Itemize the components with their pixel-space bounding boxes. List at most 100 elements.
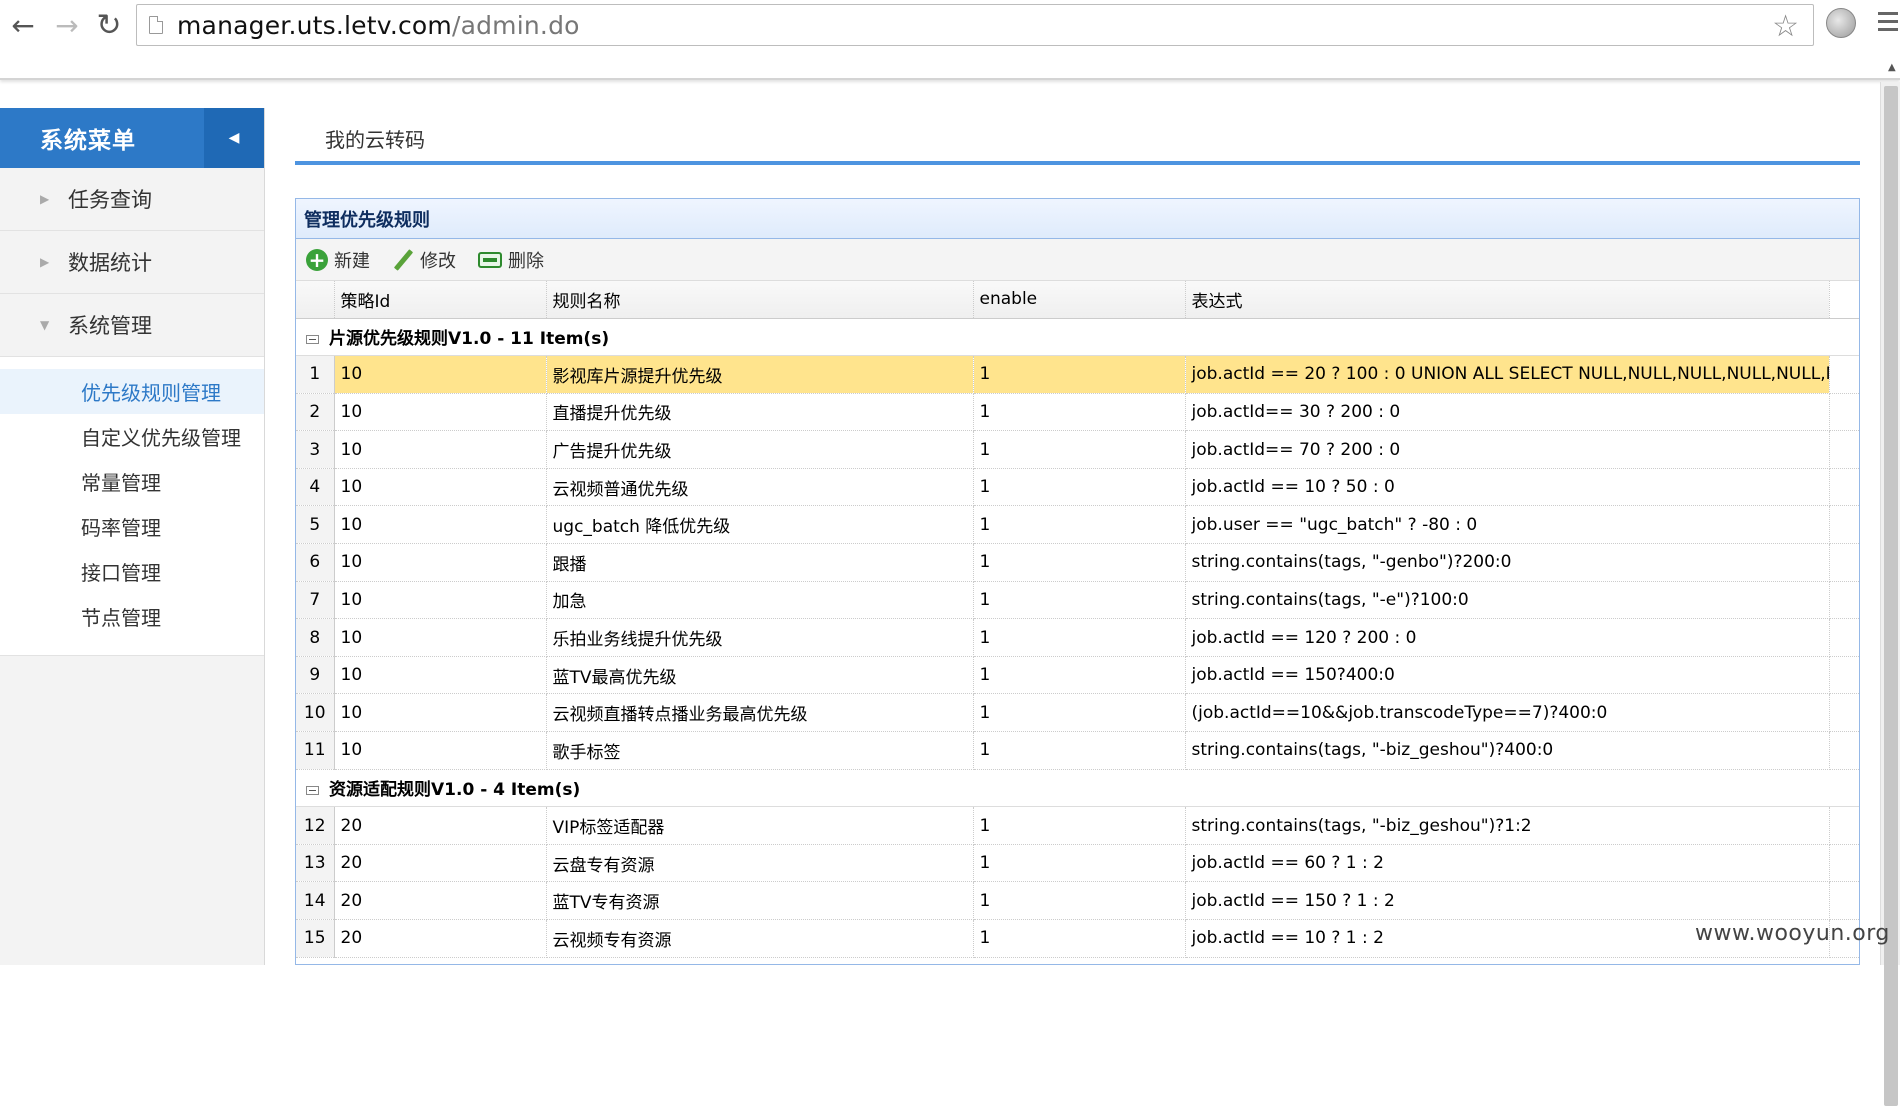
table-row[interactable]: 12 20 VIP标签适配器 1 string.contains(tags, "-biz… — [296, 806, 1859, 845]
cell-enable: 1 — [973, 881, 1186, 920]
watermark: www.wooyun.org — [1695, 921, 1890, 946]
row-number-cell: 5 — [296, 505, 335, 545]
group-row[interactable]: 资源适配规则V1.0 - 4 Item(s) — [296, 769, 1859, 808]
cell-enable: 1 — [973, 731, 1186, 770]
cell-name: 乐拍业务线提升优先级 — [546, 618, 974, 657]
table-header-row: 策略Id 规则名称 enable 表达式 — [296, 281, 1859, 319]
submenu-item-custom-priority[interactable]: 自定义优先级管理 — [0, 414, 264, 459]
row-filler — [1829, 844, 1859, 883]
sidebar-item-label: 数据统计 — [68, 251, 152, 275]
priority-rules-panel: 管理优先级规则 + 新建 修改 删除 策略Id 规则名称 enable 表达式 … — [295, 198, 1860, 965]
url-path: /admin.do — [451, 10, 580, 40]
cell-name: 加急 — [546, 581, 974, 620]
table-row[interactable]: 7 10 加急 1 string.contains(tags, "-e")?100:0 — [296, 581, 1859, 620]
column-header-name[interactable]: 规则名称 — [546, 281, 974, 319]
globe-icon[interactable] — [1826, 8, 1856, 38]
table-row[interactable]: 8 10 乐拍业务线提升优先级 1 job.actId == 120 ? 200 : 0 — [296, 618, 1859, 657]
delete-label: 删除 — [508, 250, 544, 272]
cell-enable: 1 — [973, 393, 1186, 432]
scrollbar-thumb[interactable] — [1884, 86, 1898, 1106]
cell-id: 10 — [334, 581, 547, 620]
cell-enable: 1 — [973, 468, 1186, 507]
row-filler — [1829, 881, 1859, 920]
caret-right-icon: ▶ — [40, 192, 50, 206]
remove-icon — [478, 251, 502, 268]
scroll-up-arrow-icon[interactable]: ▲ — [1888, 62, 1896, 73]
caret-right-icon: ▶ — [40, 255, 50, 269]
cell-enable: 1 — [973, 806, 1186, 845]
row-filler — [1829, 393, 1859, 432]
group-cell[interactable]: 片源优先级规则V1.0 - 11 Item(s) — [296, 318, 1859, 357]
row-number-cell: 6 — [296, 543, 335, 582]
back-arrow-icon[interactable]: ← — [6, 8, 40, 42]
cell-expression: job.actId == 20 ? 100 : 0 UNION ALL SELE… — [1185, 355, 1830, 394]
sidebar-item-statistics[interactable]: ▶ 数据统计 — [0, 231, 264, 294]
add-label: 新建 — [334, 250, 370, 272]
cell-enable: 1 — [973, 430, 1186, 469]
column-header-enable[interactable]: enable — [973, 281, 1186, 319]
row-filler — [1829, 618, 1859, 657]
browser-menu-icon[interactable] — [1878, 12, 1898, 34]
add-icon: + — [306, 248, 328, 271]
sidebar-collapse-button[interactable]: ◀ — [204, 108, 264, 168]
forward-arrow-icon[interactable]: → — [50, 8, 84, 42]
column-header-expression[interactable]: 表达式 — [1185, 281, 1830, 319]
row-number-cell: 10 — [296, 693, 335, 733]
sidebar-item-label: 系统管理 — [68, 314, 152, 338]
cell-enable: 1 — [973, 618, 1186, 657]
table-row[interactable]: 10 10 云视频直播转点播业务最高优先级 1 (job.actId==10&&job.… — [296, 693, 1859, 733]
table-row[interactable]: 11 10 歌手标签 1 string.contains(tags, "-biz_ges… — [296, 731, 1859, 770]
submenu-item-interfaces[interactable]: 接口管理 — [0, 549, 264, 594]
group-title: 资源适配规则V1.0 - 4 Item(s) — [329, 780, 581, 801]
table-row[interactable]: 5 10 ugc_batch 降低优先级 1 job.user == "ugc_batc… — [296, 505, 1859, 545]
cell-id: 10 — [334, 430, 547, 469]
table-row[interactable]: 6 10 跟播 1 string.contains(tags, "-genbo")?20… — [296, 543, 1859, 582]
cell-id: 10 — [334, 468, 547, 507]
table-row[interactable]: 1 10 影视库片源提升优先级 1 job.actId == 20 ? 100 : 0 … — [296, 355, 1859, 394]
table-row[interactable]: 9 10 蓝TV最高优先级 1 job.actId == 150?400:0 — [296, 656, 1859, 695]
cell-name: 云视频专有资源 — [546, 919, 974, 958]
row-number-cell: 11 — [296, 731, 335, 770]
table-row[interactable]: 14 20 蓝TV专有资源 1 job.actId == 150 ? 1 : 2 — [296, 881, 1859, 920]
cell-name: 蓝TV最高优先级 — [546, 656, 974, 695]
bookmark-star-icon[interactable]: ☆ — [1772, 9, 1799, 44]
row-number-cell: 7 — [296, 581, 335, 620]
cell-id: 10 — [334, 355, 547, 394]
edit-button[interactable]: 修改 — [392, 247, 456, 273]
column-header-id[interactable]: 策略Id — [334, 281, 547, 319]
reload-icon[interactable]: ↻ — [92, 8, 126, 43]
cell-expression: job.actId== 70 ? 200 : 0 — [1185, 430, 1830, 469]
page-scrollbar[interactable] — [1880, 82, 1900, 1106]
tab-my-transcode[interactable]: 我的云转码 — [325, 124, 425, 153]
delete-button[interactable]: 删除 — [478, 247, 544, 273]
group-cell[interactable]: 资源适配规则V1.0 - 4 Item(s) — [296, 769, 1859, 808]
table-row[interactable]: 4 10 云视频普通优先级 1 job.actId == 10 ? 50 : 0 — [296, 468, 1859, 507]
row-filler — [1829, 731, 1859, 770]
table-row[interactable]: 13 20 云盘专有资源 1 job.actId == 60 ? 1 : 2 — [296, 844, 1859, 883]
collapse-icon[interactable] — [306, 334, 319, 344]
cell-expression: string.contains(tags, "-e")?100:0 — [1185, 581, 1830, 620]
submenu-item-constants[interactable]: 常量管理 — [0, 459, 264, 504]
panel-title: 管理优先级规则 — [296, 199, 1859, 239]
row-number-cell: 2 — [296, 393, 335, 432]
table-row[interactable]: 3 10 广告提升优先级 1 job.actId== 70 ? 200 : 0 — [296, 430, 1859, 469]
row-filler — [1829, 430, 1859, 469]
row-filler — [1829, 581, 1859, 620]
add-button[interactable]: + 新建 — [306, 247, 370, 273]
submenu-item-nodes[interactable]: 节点管理 — [0, 594, 264, 639]
group-row[interactable]: 片源优先级规则V1.0 - 11 Item(s) — [296, 318, 1859, 357]
collapse-icon[interactable] — [306, 785, 319, 795]
sidebar-item-system-management[interactable]: ▼ 系统管理 — [0, 294, 264, 357]
cell-name: 广告提升优先级 — [546, 430, 974, 469]
address-bar[interactable]: manager.uts.letv.com/admin.do ☆ — [136, 4, 1814, 46]
table-row[interactable]: 15 20 云视频专有资源 1 job.actId == 10 ? 1 : 2 — [296, 919, 1859, 958]
submenu-item-priority-rules[interactable]: 优先级规则管理 — [0, 369, 264, 414]
cell-expression: string.contains(tags, "-biz_geshou")?1:2 — [1185, 806, 1830, 845]
sidebar-item-task-query[interactable]: ▶ 任务查询 — [0, 168, 264, 231]
cell-enable: 1 — [973, 844, 1186, 883]
url-host: manager.uts.letv.com — [177, 10, 452, 40]
cell-expression: (job.actId==10&&job.transcodeType==7)?40… — [1185, 693, 1830, 733]
table-row[interactable]: 2 10 直播提升优先级 1 job.actId== 30 ? 200 : 0 — [296, 393, 1859, 432]
submenu-item-bitrate[interactable]: 码率管理 — [0, 504, 264, 549]
cell-name: 蓝TV专有资源 — [546, 881, 974, 920]
